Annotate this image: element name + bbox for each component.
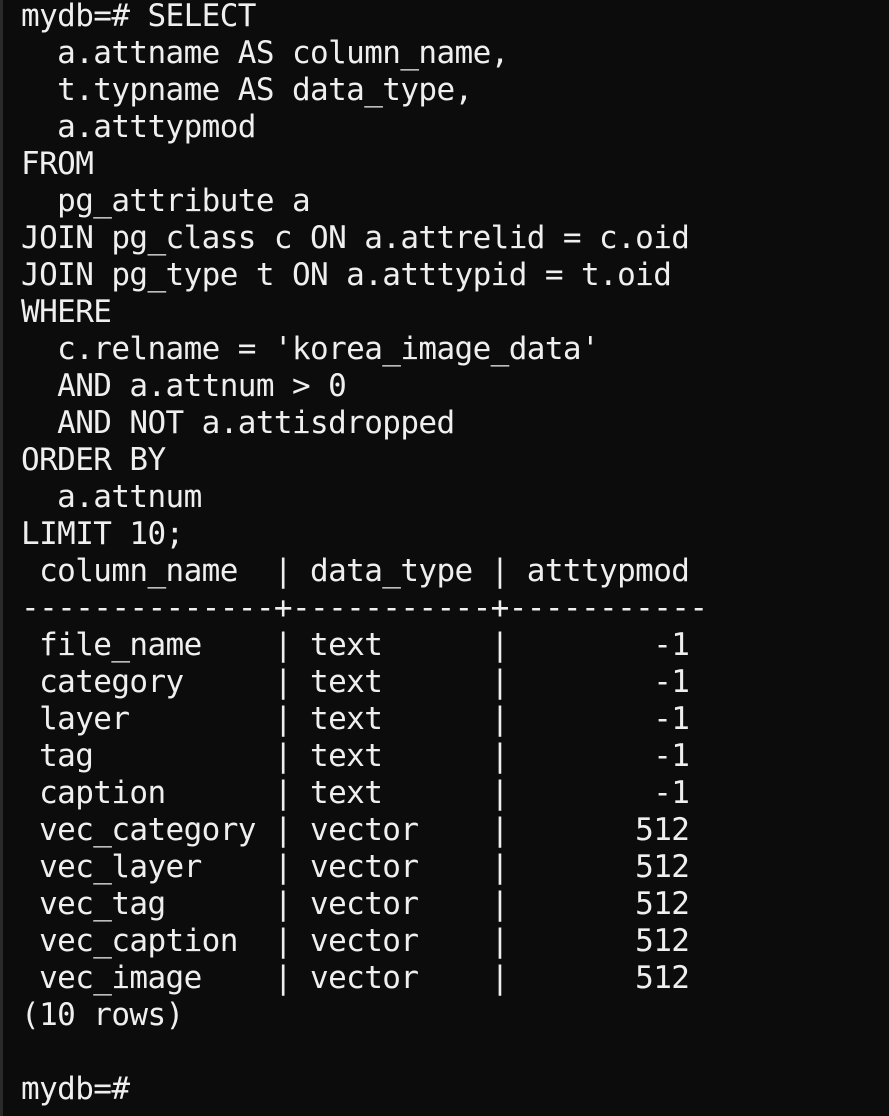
table-row: caption | text | -1: [21, 775, 690, 811]
query-line: JOIN pg_type t ON a.atttypid = t.oid: [21, 257, 672, 293]
table-row: vec_image | vector | 512: [21, 960, 690, 996]
query-line: LIMIT 10;: [21, 516, 184, 552]
query-line: JOIN pg_class c ON a.attrelid = c.oid: [21, 220, 690, 256]
query-line: t.typname AS data_type,: [21, 72, 473, 108]
query-line: ORDER BY: [21, 442, 166, 478]
table-row: vec_tag | vector | 512: [21, 886, 690, 922]
query-line: FROM: [21, 146, 94, 182]
table-row: category | text | -1: [21, 664, 690, 700]
query-line: pg_attribute a: [21, 183, 311, 219]
row-count: (10 rows): [21, 997, 184, 1033]
terminal-output: mydb=# SELECT a.attname AS column_name, …: [21, 0, 889, 1108]
query-line: mydb=# SELECT: [21, 0, 256, 34]
table-header: column_name | data_type | atttypmod: [21, 553, 690, 589]
table-row: file_name | text | -1: [21, 627, 690, 663]
query-line: AND NOT a.attisdropped: [21, 405, 455, 441]
query-line: c.relname = 'korea_image_data': [21, 331, 600, 367]
query-line: a.attname AS column_name,: [21, 35, 509, 71]
table-row: vec_category | vector | 512: [21, 812, 690, 848]
table-row: tag | text | -1: [21, 738, 690, 774]
query-line: WHERE: [21, 294, 112, 330]
table-row: layer | text | -1: [21, 701, 690, 737]
query-line: a.atttypmod: [21, 109, 256, 145]
table-row: vec_caption | vector | 512: [21, 923, 690, 959]
query-line: a.attnum: [21, 479, 202, 515]
query-line: AND a.attnum > 0: [21, 368, 347, 404]
table-row: vec_layer | vector | 512: [21, 849, 690, 885]
command-prompt[interactable]: mydb=#: [21, 1071, 889, 1108]
table-separator: --------------+-----------+-----------: [21, 590, 708, 626]
terminal-window[interactable]: mydb=# SELECT a.attname AS column_name, …: [0, 0, 889, 1116]
